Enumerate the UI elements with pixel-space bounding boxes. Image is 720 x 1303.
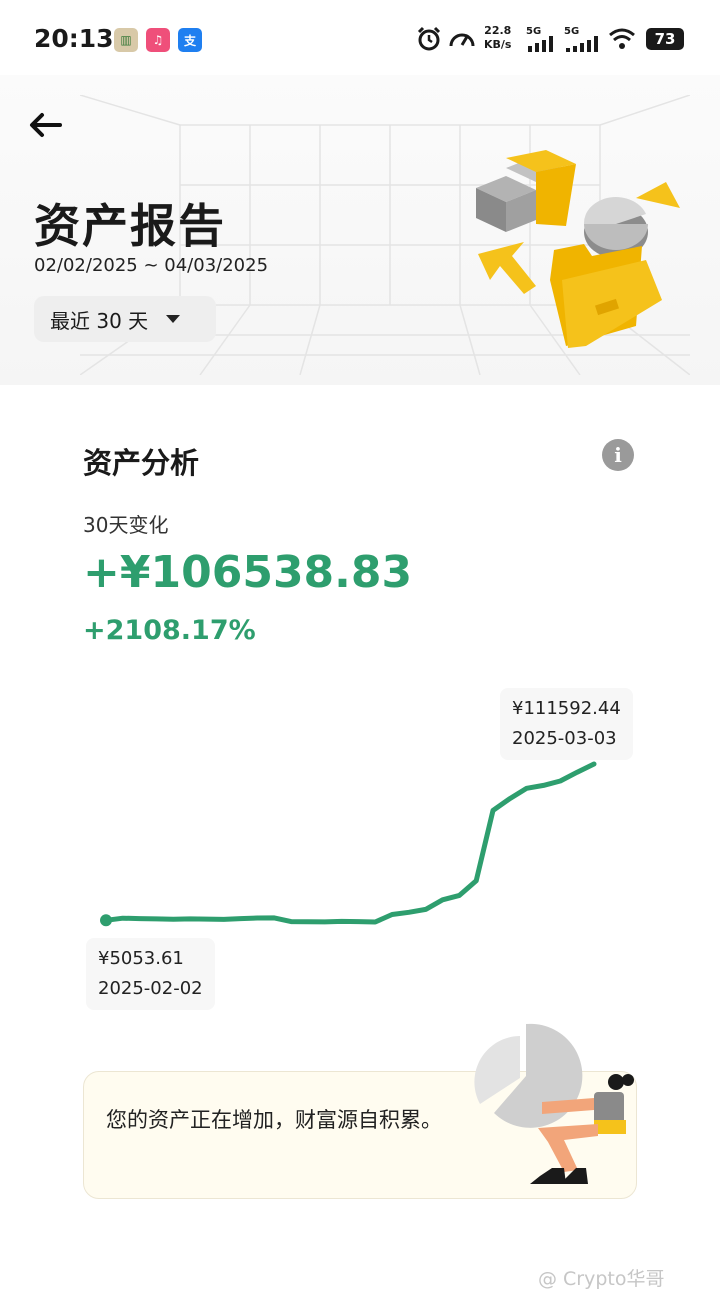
start-value: ¥5053.61 bbox=[98, 948, 184, 969]
watermark: @ Crypto华哥 bbox=[538, 1268, 665, 1290]
person-pie-illustration bbox=[474, 1023, 634, 1184]
battery-icon: 73 bbox=[646, 28, 684, 50]
wifi-icon bbox=[609, 28, 635, 49]
network-speed-unit: KB/s bbox=[484, 38, 512, 51]
signal-icon bbox=[528, 36, 553, 52]
change-percent: +2108.17% bbox=[83, 615, 256, 646]
info-icon[interactable]: i bbox=[602, 439, 634, 471]
start-value-tooltip: ¥5053.61 2025-02-02 bbox=[86, 938, 215, 1010]
date-range: 02/02/2025 ~ 04/03/2025 bbox=[34, 255, 269, 276]
asset-line-chart bbox=[100, 761, 597, 927]
change-amount: +¥106538.83 bbox=[83, 547, 413, 598]
alarm-icon bbox=[417, 26, 441, 51]
start-date: 2025-02-02 bbox=[98, 978, 203, 999]
back-arrow-icon[interactable] bbox=[28, 112, 62, 138]
asset-series-line bbox=[103, 761, 597, 925]
speedometer-icon bbox=[449, 33, 475, 47]
network-speed-value: 22.8 bbox=[484, 24, 512, 37]
insight-message: 您的资产正在增加，财富源自积累。 bbox=[106, 1108, 442, 1132]
change-label: 30天变化 bbox=[83, 513, 169, 537]
start-point-marker bbox=[100, 914, 112, 927]
caret-down-icon bbox=[166, 315, 181, 323]
section-title: 资产分析 bbox=[83, 446, 200, 480]
network-speed: 22.8 KB/s bbox=[484, 24, 511, 52]
period-dropdown[interactable]: 最近 30 天 bbox=[34, 296, 216, 342]
signal-icon-2 bbox=[566, 36, 598, 52]
alipay-icon: 支 bbox=[178, 28, 202, 52]
status-time: 20:13 bbox=[34, 24, 114, 53]
page-title: 资产报告 bbox=[34, 199, 226, 253]
music-app-icon: ♫ bbox=[146, 28, 170, 52]
period-dropdown-label: 最近 30 天 bbox=[50, 308, 149, 333]
report-illustration bbox=[476, 150, 680, 348]
app-notification-icon: ▥ bbox=[114, 28, 138, 52]
end-value: ¥111592.44 bbox=[512, 698, 621, 719]
